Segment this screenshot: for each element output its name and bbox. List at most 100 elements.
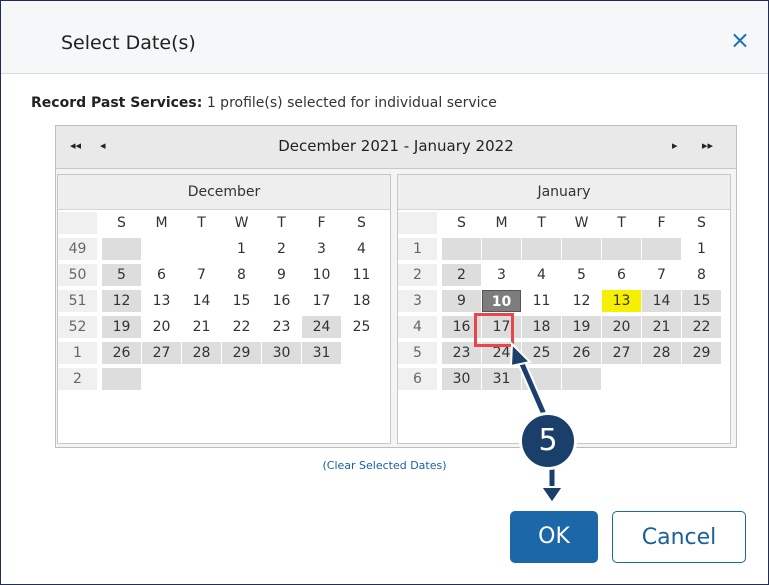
day-cell xyxy=(102,368,141,390)
day-cell[interactable]: 31 xyxy=(482,368,521,390)
day-cell[interactable]: 7 xyxy=(642,264,681,286)
last-month-icon[interactable]: ▸▸ xyxy=(702,139,713,152)
weekday-label: S xyxy=(357,215,366,231)
weekday-label: F xyxy=(657,215,666,231)
record-past-services-line: Record Past Services: 1 profile(s) selec… xyxy=(31,95,497,111)
record-label: Record Past Services xyxy=(31,95,197,111)
day-cell[interactable]: 6 xyxy=(602,264,641,286)
day-cell[interactable]: 28 xyxy=(182,342,221,364)
day-cell[interactable]: 10 xyxy=(302,264,341,286)
weekday-label: T xyxy=(277,215,286,231)
day-cell[interactable]: 15 xyxy=(222,290,261,312)
day-cell[interactable]: 28 xyxy=(642,342,681,364)
day-cell[interactable]: 12 xyxy=(102,290,141,312)
day-cell xyxy=(302,368,341,390)
day-cell xyxy=(262,368,301,390)
day-cell[interactable]: 29 xyxy=(222,342,261,364)
day-cell[interactable]: 26 xyxy=(102,342,141,364)
day-cell[interactable]: 19 xyxy=(562,316,601,338)
week-number: 3 xyxy=(398,290,437,312)
ok-button[interactable]: OK xyxy=(510,511,598,563)
day-cell[interactable]: 13 xyxy=(142,290,181,312)
weekday-label: T xyxy=(537,215,546,231)
day-cell[interactable]: 26 xyxy=(562,342,601,364)
day-cell[interactable]: 30 xyxy=(262,342,301,364)
day-cell xyxy=(522,238,561,260)
week-row: 2 xyxy=(58,366,390,392)
day-cell[interactable]: 3 xyxy=(482,264,521,286)
weekday-label: F xyxy=(317,215,326,231)
day-cell[interactable]: 16 xyxy=(262,290,301,312)
day-cell[interactable]: 27 xyxy=(602,342,641,364)
weekday-row: SMTWTFS xyxy=(398,210,730,236)
day-cell[interactable]: 29 xyxy=(682,342,721,364)
day-cell-selected[interactable]: 10 xyxy=(482,290,521,312)
week-number: 51 xyxy=(58,290,97,312)
day-cell[interactable]: 3 xyxy=(302,238,341,260)
day-cell[interactable]: 11 xyxy=(522,290,561,312)
day-cell[interactable]: 14 xyxy=(642,290,681,312)
week-number: 2 xyxy=(398,264,437,286)
week-row: 6 30 31 xyxy=(398,366,730,392)
weekday-label: M xyxy=(155,215,168,231)
select-date-dialog: Select Date(s) × Record Past Services: 1… xyxy=(0,0,769,585)
day-cell[interactable]: 21 xyxy=(642,316,681,338)
day-cell[interactable]: 2 xyxy=(442,264,481,286)
day-cell xyxy=(482,238,521,260)
day-cell xyxy=(182,368,221,390)
day-cell[interactable]: 8 xyxy=(682,264,721,286)
day-cell[interactable]: 9 xyxy=(262,264,301,286)
day-cell[interactable]: 25 xyxy=(522,342,561,364)
close-icon[interactable]: × xyxy=(730,28,750,52)
day-cell[interactable]: 24 xyxy=(302,316,341,338)
weekday-label: T xyxy=(617,215,626,231)
record-text: 1 profile(s) selected for individual ser… xyxy=(202,95,497,111)
day-cell[interactable]: 20 xyxy=(142,316,181,338)
day-cell[interactable]: 18 xyxy=(342,290,381,312)
day-cell[interactable]: 11 xyxy=(342,264,381,286)
day-cell[interactable]: 2 xyxy=(262,238,301,260)
day-cell[interactable]: 19 xyxy=(102,316,141,338)
day-cell[interactable]: 21 xyxy=(182,316,221,338)
day-cell[interactable]: 12 xyxy=(562,290,601,312)
day-cell-today[interactable]: 13 xyxy=(602,290,641,312)
day-cell[interactable]: 4 xyxy=(522,264,561,286)
day-cell[interactable]: 22 xyxy=(222,316,261,338)
highlight-box xyxy=(474,313,514,347)
week-number-header xyxy=(58,212,97,234)
day-cell[interactable]: 30 xyxy=(442,368,481,390)
week-row: 11 xyxy=(398,236,730,262)
month-name: December xyxy=(58,175,390,210)
day-cell[interactable]: 17 xyxy=(302,290,341,312)
next-month-icon[interactable]: ▸ xyxy=(672,139,678,152)
day-cell[interactable]: 25 xyxy=(342,316,381,338)
day-cell[interactable]: 20 xyxy=(602,316,641,338)
day-cell[interactable]: 23 xyxy=(262,316,301,338)
calendar: ◂◂ ◂ December 2021 - January 2022 ▸ ▸▸ D… xyxy=(55,125,737,448)
day-cell xyxy=(642,238,681,260)
week-number-header xyxy=(398,212,437,234)
day-cell[interactable]: 5 xyxy=(562,264,601,286)
day-cell[interactable]: 31 xyxy=(302,342,341,364)
day-cell[interactable]: 14 xyxy=(182,290,221,312)
day-cell[interactable]: 22 xyxy=(682,316,721,338)
weekday-label: S xyxy=(697,215,706,231)
day-cell[interactable]: 27 xyxy=(142,342,181,364)
day-cell[interactable]: 1 xyxy=(222,238,261,260)
clear-selected-dates-link[interactable]: (Clear Selected Dates) xyxy=(0,459,769,472)
week-row: 50 5 6 7 8 9 10 11 xyxy=(58,262,390,288)
weekday-label: S xyxy=(457,215,466,231)
day-cell[interactable]: 18 xyxy=(522,316,561,338)
cancel-button[interactable]: Cancel xyxy=(612,511,746,563)
day-cell[interactable]: 15 xyxy=(682,290,721,312)
week-number: 6 xyxy=(398,368,437,390)
weekday-label: S xyxy=(117,215,126,231)
day-cell[interactable]: 5 xyxy=(102,264,141,286)
day-cell[interactable]: 6 xyxy=(142,264,181,286)
day-cell[interactable]: 1 xyxy=(682,238,721,260)
day-cell[interactable]: 7 xyxy=(182,264,221,286)
week-number: 1 xyxy=(398,238,437,260)
day-cell[interactable]: 9 xyxy=(442,290,481,312)
day-cell[interactable]: 8 xyxy=(222,264,261,286)
day-cell[interactable]: 4 xyxy=(342,238,381,260)
